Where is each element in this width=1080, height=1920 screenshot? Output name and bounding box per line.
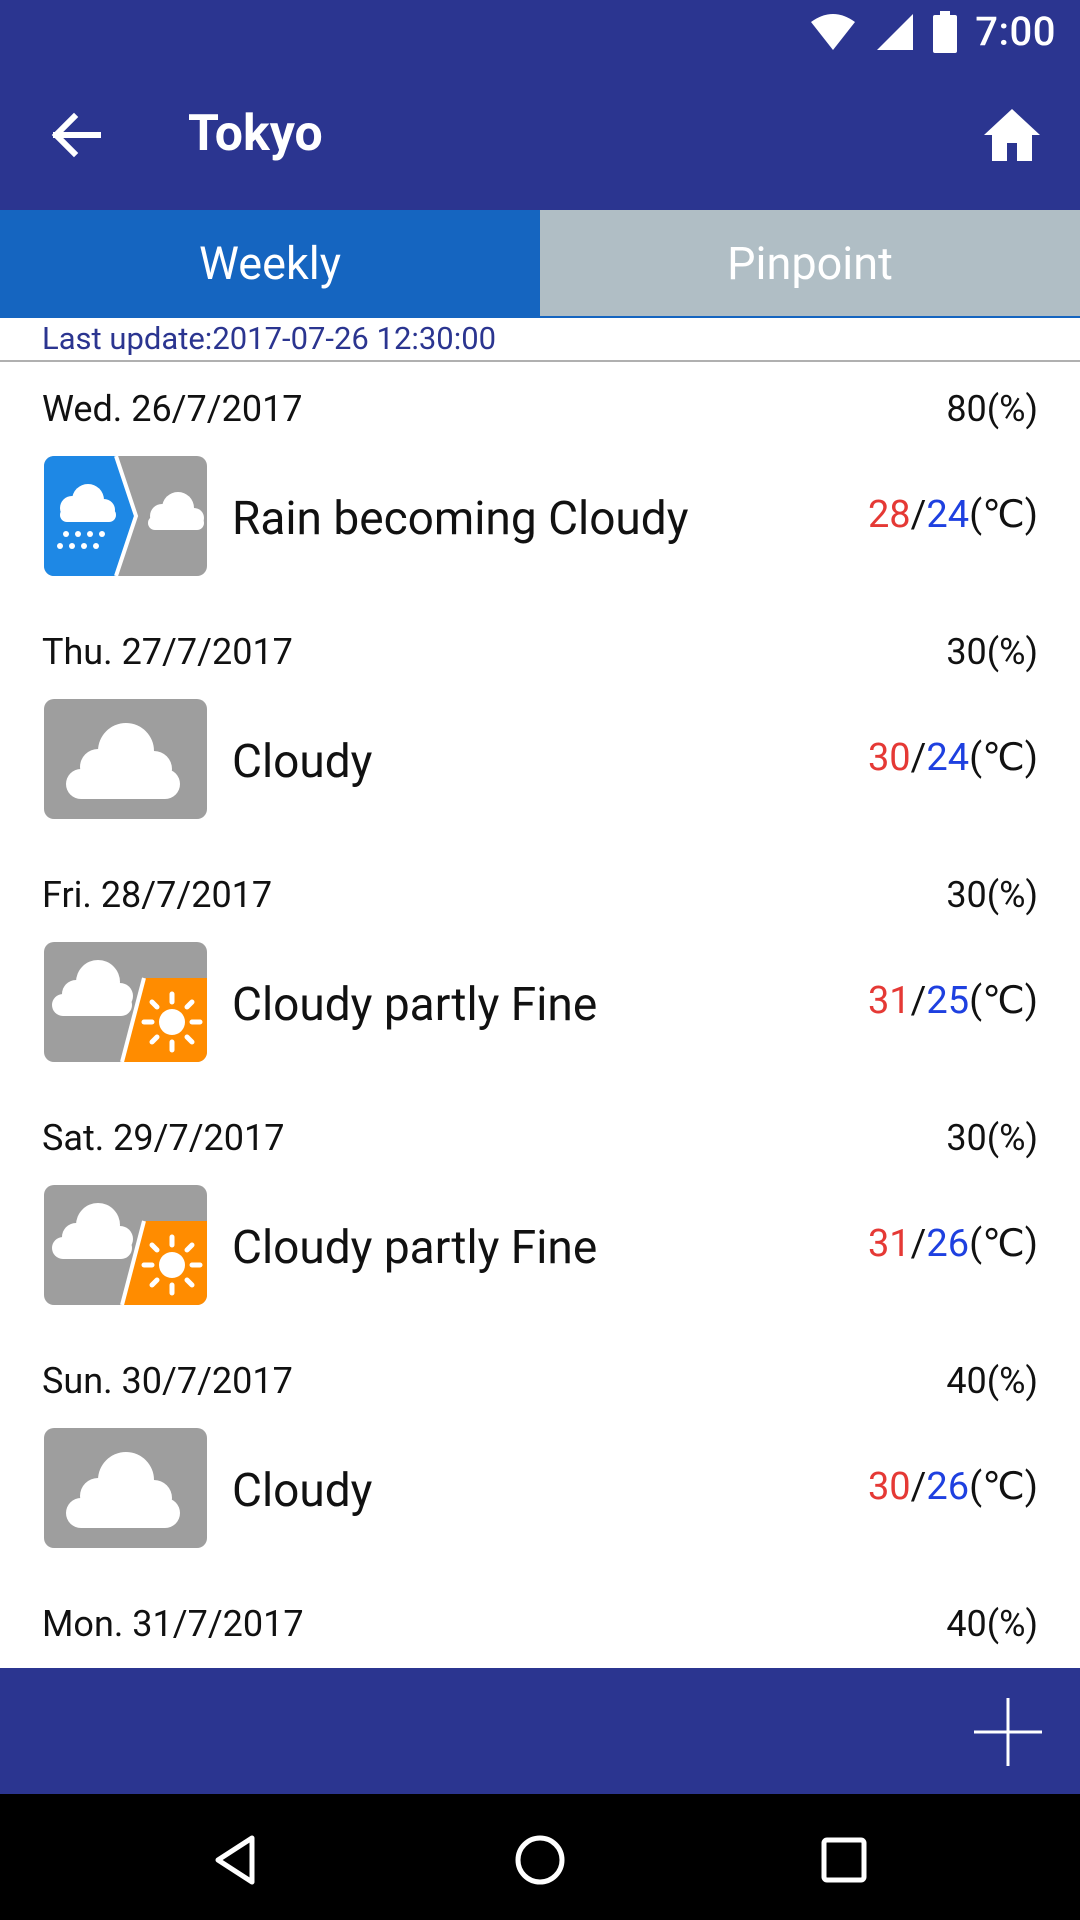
forecast-temps: 28/24(℃) [868, 492, 1038, 537]
forecast-condition: Cloudy partly Fine [232, 978, 598, 1032]
tab-pinpoint-label: Pinpoint [727, 236, 893, 290]
precip-chance: 80(%) [946, 388, 1038, 430]
precip-chance: 30(%) [946, 874, 1038, 916]
temp-separator: / [910, 979, 927, 1023]
temp-low: 24 [926, 493, 970, 537]
rain-to-cloudy-icon [44, 456, 207, 576]
list-item[interactable]: Wed. 26/7/2017 80(%) Rain becoming Cloud… [0, 362, 1080, 605]
status-bar: 7:00 [0, 0, 1080, 63]
forecast-condition: Cloudy partly Fine [232, 1221, 598, 1275]
cloudy-icon [44, 1428, 207, 1548]
temp-high: 28 [867, 493, 911, 537]
forecast-temps: 30/26(℃) [868, 1464, 1038, 1509]
temp-separator: / [910, 1222, 927, 1266]
temp-separator: / [910, 1465, 927, 1509]
forecast-date: Sat. 29/7/2017 [42, 1117, 285, 1159]
recents-square-icon[interactable] [816, 1832, 872, 1888]
list-item[interactable]: Sat. 29/7/2017 30(%) Cloudy partly Fine … [0, 1091, 1080, 1334]
temp-low: 24 [926, 736, 970, 780]
battery-icon [933, 10, 958, 53]
status-time: 7:00 [975, 8, 1056, 55]
forecast-date: Mon. 31/7/2017 [42, 1603, 304, 1645]
temp-high: 31 [867, 1222, 911, 1266]
precip-chance: 30(%) [946, 631, 1038, 673]
temp-high: 30 [867, 736, 911, 780]
temp-low: 26 [926, 1465, 970, 1509]
forecast-date: Sun. 30/7/2017 [42, 1360, 293, 1402]
forecast-temps: 31/26(℃) [868, 1221, 1038, 1266]
bottom-bar [0, 1668, 1080, 1794]
forecast-temps: 31/25(℃) [868, 978, 1038, 1023]
forecast-date: Wed. 26/7/2017 [42, 388, 303, 430]
cloudy-icon [44, 699, 207, 819]
forecast-condition: Cloudy [232, 1464, 373, 1518]
forecast-date: Fri. 28/7/2017 [42, 874, 273, 916]
temp-unit: (℃) [969, 493, 1038, 537]
app-bar: Tokyo [0, 63, 1080, 210]
temp-unit: (℃) [969, 1465, 1038, 1509]
forecast-condition: Rain becoming Cloudy [232, 492, 689, 546]
temp-low: 25 [926, 979, 970, 1023]
tab-bar: Weekly Pinpoint [0, 210, 1080, 318]
wifi-icon [811, 13, 856, 50]
temp-high: 30 [867, 1465, 911, 1509]
temp-unit: (℃) [969, 1222, 1038, 1266]
forecast-condition: Cloudy [232, 735, 373, 789]
temp-unit: (℃) [969, 979, 1038, 1023]
status-icons: 7:00 [809, 0, 1056, 63]
back-triangle-icon[interactable] [208, 1832, 264, 1888]
plus-icon[interactable] [972, 1696, 1044, 1768]
temp-high: 31 [867, 979, 911, 1023]
temp-separator: / [910, 736, 927, 780]
precip-chance: 40(%) [946, 1360, 1038, 1402]
list-item[interactable]: Sun. 30/7/2017 40(%) Cloudy 30/26(℃) [0, 1334, 1080, 1577]
page-title: Tokyo [188, 105, 323, 163]
home-icon[interactable] [980, 103, 1044, 167]
tab-weekly[interactable]: Weekly [0, 210, 540, 316]
temp-unit: (℃) [969, 736, 1038, 780]
list-item[interactable]: Thu. 27/7/2017 30(%) Cloudy 30/24(℃) [0, 605, 1080, 848]
cloudy-partly-fine-icon [44, 942, 207, 1062]
tab-weekly-label: Weekly [198, 236, 341, 290]
tab-pinpoint[interactable]: Pinpoint [540, 210, 1080, 316]
list-item[interactable]: Mon. 31/7/2017 40(%) [0, 1577, 1080, 1668]
forecast-date: Thu. 27/7/2017 [42, 631, 293, 673]
system-nav-bar [0, 1794, 1080, 1920]
signal-icon [877, 13, 914, 50]
arrow-left-icon[interactable] [44, 103, 108, 167]
forecast-list[interactable]: Wed. 26/7/2017 80(%) Rain becoming Cloud… [0, 362, 1080, 1668]
temp-separator: / [910, 493, 927, 537]
precip-chance: 40(%) [946, 1603, 1038, 1645]
cloudy-partly-fine-icon [44, 1185, 207, 1305]
last-update: Last update:2017-07-26 12:30:00 [0, 318, 1080, 362]
precip-chance: 30(%) [946, 1117, 1038, 1159]
home-circle-icon[interactable] [512, 1832, 568, 1888]
list-item[interactable]: Fri. 28/7/2017 30(%) Cloudy partly Fine … [0, 848, 1080, 1091]
temp-low: 26 [926, 1222, 970, 1266]
forecast-temps: 30/24(℃) [868, 735, 1038, 780]
last-update-text: Last update:2017-07-26 12:30:00 [42, 320, 497, 357]
